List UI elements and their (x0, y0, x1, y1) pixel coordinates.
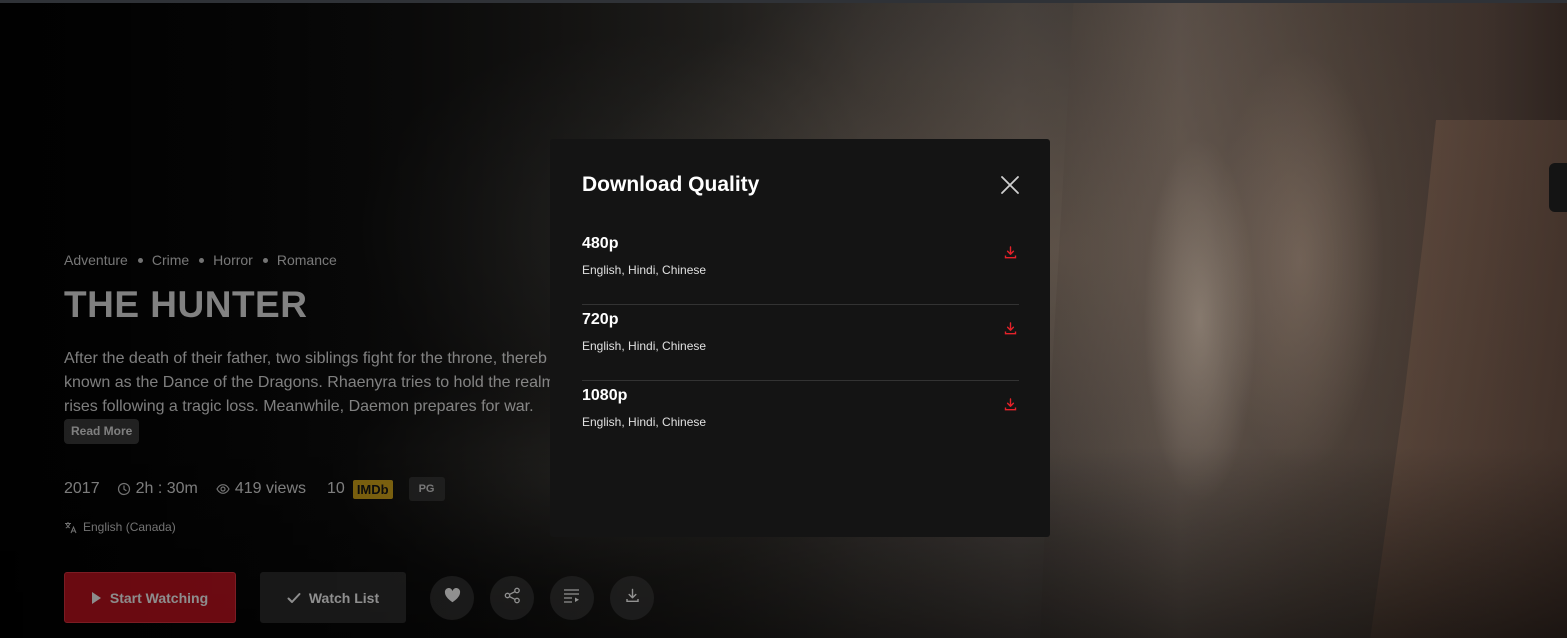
genre-list: Adventure Crime Horror Romance (64, 252, 337, 268)
movie-title: THE HUNTER (64, 284, 308, 325)
start-watching-label: Start Watching (109, 589, 209, 606)
quality-option-480p[interactable]: 480p English, Hindi, Chinese (582, 229, 1019, 305)
movie-meta: 2017 2h : 30m 419 views 10 IMDb PG (64, 477, 445, 501)
download-icon (625, 588, 640, 608)
audio-language: English (Canada) (64, 520, 176, 534)
playlist-button[interactable] (550, 575, 594, 620)
download-button[interactable] (610, 575, 654, 620)
side-collapse-tab[interactable] (1549, 163, 1567, 212)
close-icon (1000, 175, 1020, 200)
quality-languages: English, Hindi, Chinese (582, 339, 707, 353)
separator-dot (199, 257, 205, 263)
movie-description: After the death of their father, two sib… (64, 347, 584, 419)
description-line: known as the Dance of the Dragons. Rhaen… (64, 374, 555, 391)
watch-list-button[interactable]: Watch List (260, 572, 406, 623)
description-line: After the death of their father, two sib… (64, 350, 547, 367)
description-line: rises following a tragic loss. Meanwhile… (64, 398, 534, 415)
genre-tag[interactable]: Romance (277, 252, 337, 268)
start-watching-button[interactable]: Start Watching (64, 572, 236, 623)
download-icon (1004, 246, 1017, 264)
quality-resolution: 720p (582, 311, 619, 328)
quality-languages: English, Hindi, Chinese (582, 415, 707, 429)
rating-score: 10 (327, 480, 345, 497)
quality-list: 480p English, Hindi, Chinese 720p Englis… (582, 229, 1019, 457)
quality-languages: English, Hindi, Chinese (582, 263, 707, 277)
download-1080p-button[interactable] (1001, 398, 1019, 416)
share-button[interactable] (490, 575, 534, 620)
check-icon (287, 592, 301, 604)
heart-icon (444, 587, 461, 608)
download-quality-modal: Download Quality 480p English, Hindi, Ch… (550, 139, 1050, 537)
page: Adventure Crime Horror Romance THE HUNTE… (0, 0, 1567, 638)
quality-option-720p[interactable]: 720p English, Hindi, Chinese (582, 305, 1019, 381)
download-480p-button[interactable] (1001, 246, 1019, 264)
runtime: 2h : 30m (117, 480, 198, 498)
genre-tag[interactable]: Horror (213, 252, 253, 268)
separator-dot (262, 257, 268, 263)
separator-dot (137, 257, 143, 263)
age-rating-badge: PG (408, 477, 445, 501)
download-icon (1004, 322, 1017, 340)
translate-icon (64, 521, 77, 534)
eye-icon (216, 482, 230, 496)
hero-details: Adventure Crime Horror Romance THE HUNTE… (64, 0, 654, 638)
imdb-badge: IMDb (352, 479, 393, 499)
quality-resolution: 1080p (582, 387, 628, 404)
close-button[interactable] (998, 175, 1022, 199)
quality-option-1080p[interactable]: 1080p English, Hindi, Chinese (582, 381, 1019, 457)
clock-icon (117, 482, 131, 496)
play-icon (91, 591, 101, 604)
views-text: 419 views (234, 480, 307, 497)
like-button[interactable] (430, 575, 474, 620)
action-bar: Start Watching Watch List (64, 572, 670, 623)
runtime-text: 2h : 30m (135, 480, 198, 497)
watch-list-label: Watch List (308, 589, 380, 606)
release-year: 2017 (64, 480, 100, 497)
genre-tag[interactable]: Crime (152, 252, 189, 268)
download-icon (1004, 398, 1017, 416)
language-text: English (Canada) (83, 520, 176, 534)
modal-title: Download Quality (582, 173, 760, 196)
playlist-icon (563, 588, 581, 608)
view-count: 419 views (216, 480, 306, 498)
quality-resolution: 480p (582, 235, 619, 252)
download-720p-button[interactable] (1001, 322, 1019, 340)
share-icon (504, 587, 521, 609)
read-more-button[interactable]: Read More (64, 419, 140, 444)
genre-tag[interactable]: Adventure (64, 252, 128, 268)
